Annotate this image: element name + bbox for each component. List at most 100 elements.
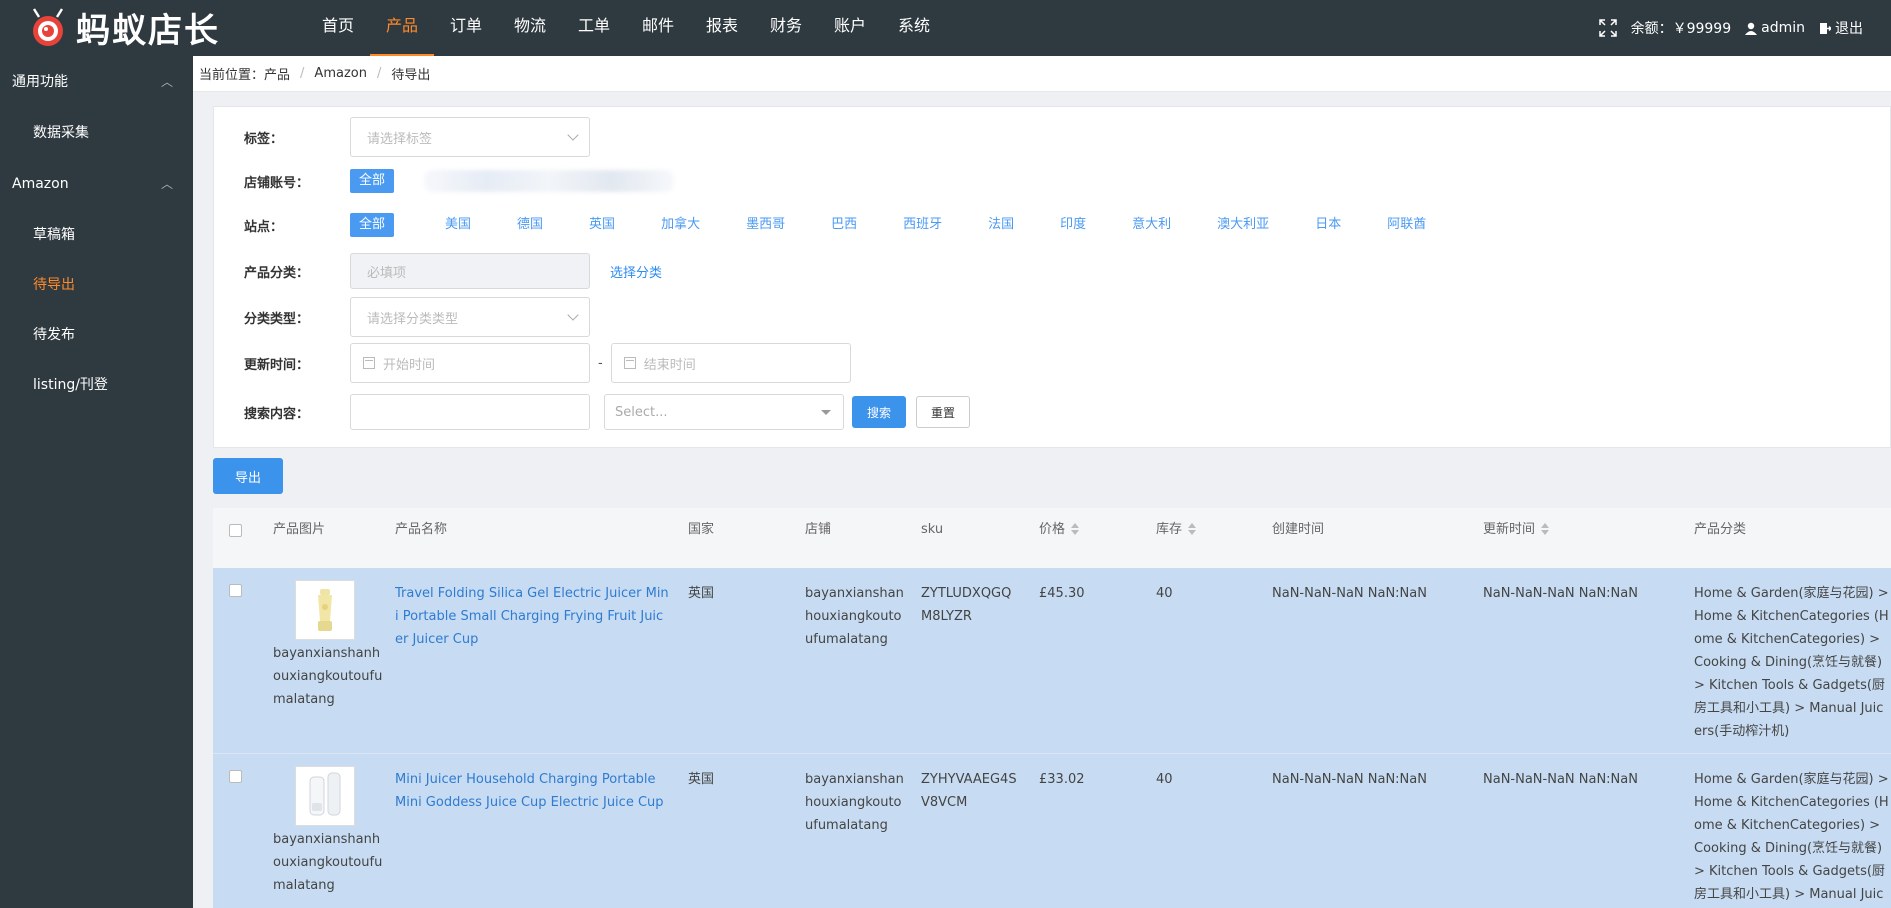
nav-system[interactable]: 系统 bbox=[882, 0, 946, 56]
breadcrumb-item-amazon[interactable]: Amazon bbox=[314, 66, 367, 81]
search-input[interactable] bbox=[350, 394, 590, 430]
nav-home[interactable]: 首页 bbox=[306, 0, 370, 56]
sidebar-item-pending-export[interactable]: 待导出 bbox=[0, 260, 193, 310]
logo[interactable]: 蚂蚁店长 bbox=[26, 4, 220, 51]
sku-cell: ZYTLUDXQGQM8LYZR bbox=[921, 586, 1012, 624]
product-thumbnail[interactable] bbox=[295, 580, 355, 640]
table-header: 产品图片 产品名称 国家 店铺 sku 价格 库存 创建时间 更新时间 产品分类 bbox=[213, 508, 1891, 568]
site-label: 站点： bbox=[244, 219, 284, 235]
product-thumbnail[interactable] bbox=[295, 766, 355, 826]
nav-account[interactable]: 账户 bbox=[818, 0, 882, 56]
site-tag-de[interactable]: 德国 bbox=[508, 213, 552, 237]
site-tag-in[interactable]: 印度 bbox=[1051, 213, 1095, 237]
caret-down-icon bbox=[821, 410, 831, 415]
row-checkbox[interactable] bbox=[229, 770, 242, 783]
search-label: 搜索内容： bbox=[244, 406, 310, 422]
calendar-icon bbox=[363, 357, 375, 369]
site-tag-jp[interactable]: 日本 bbox=[1306, 213, 1350, 237]
breadcrumb-item-products[interactable]: 产品 bbox=[264, 64, 290, 83]
product-name-link[interactable]: Travel Folding Silica Gel Electric Juice… bbox=[395, 582, 670, 651]
site-tag-it[interactable]: 意大利 bbox=[1123, 213, 1180, 237]
sort-icon[interactable] bbox=[1188, 522, 1197, 535]
juicer-image bbox=[318, 589, 332, 631]
category-field[interactable]: 必填项 bbox=[350, 253, 590, 289]
site-tag-ca[interactable]: 加拿大 bbox=[652, 213, 709, 237]
chevron-up-icon: ︿ bbox=[160, 75, 173, 89]
sidebar-item-listing[interactable]: listing/刊登 bbox=[0, 360, 193, 410]
checkbox[interactable] bbox=[229, 770, 242, 783]
shop-label: 店铺账号： bbox=[244, 175, 310, 191]
category-label: 产品分类： bbox=[244, 265, 310, 281]
search-button[interactable]: 搜索 bbox=[852, 396, 907, 428]
logout-icon bbox=[1820, 22, 1831, 34]
site-tag-mx[interactable]: 墨西哥 bbox=[737, 213, 794, 237]
col-created: 创建时间 bbox=[1272, 522, 1325, 537]
product-name-link[interactable]: Mini Juicer Household Charging Portable … bbox=[395, 768, 670, 814]
checkbox[interactable] bbox=[229, 584, 242, 597]
start-date-placeholder: 开始时间 bbox=[383, 357, 436, 373]
country-cell: 英国 bbox=[688, 586, 715, 601]
site-tag-br[interactable]: 巴西 bbox=[822, 213, 866, 237]
col-stock-label: 库存 bbox=[1156, 522, 1183, 537]
nav-finance[interactable]: 财务 bbox=[754, 0, 818, 56]
search-field-select[interactable]: Select... bbox=[604, 394, 844, 430]
price-cell: £33.02 bbox=[1039, 772, 1085, 787]
category-type-select[interactable]: 请选择分类类型 bbox=[350, 297, 590, 337]
reset-button[interactable]: 重置 bbox=[916, 396, 971, 428]
chevron-up-icon: ︿ bbox=[160, 177, 173, 191]
col-updated[interactable]: 更新时间 bbox=[1483, 508, 1550, 568]
top-bar: 蚂蚁店长 首页 产品 订单 物流 工单 邮件 报表 财务 账户 系统 余额：￥9… bbox=[0, 0, 1891, 56]
row-checkbox[interactable] bbox=[229, 584, 242, 597]
price-cell: £45.30 bbox=[1039, 586, 1085, 601]
export-button[interactable]: 导出 bbox=[213, 458, 283, 494]
sidebar-group-amazon[interactable]: Amazon ︿ bbox=[0, 158, 193, 210]
start-date-input[interactable]: 开始时间 bbox=[350, 343, 590, 383]
image-caption: bayanxianshanhouxiangkoutoufumalatang bbox=[273, 832, 383, 893]
sidebar-item-pending-publish[interactable]: 待发布 bbox=[0, 310, 193, 360]
site-tag-us[interactable]: 美国 bbox=[436, 213, 480, 237]
site-tag-es[interactable]: 西班牙 bbox=[894, 213, 951, 237]
sidebar-item-data-collection[interactable]: 数据采集 bbox=[0, 108, 193, 158]
choose-category-link[interactable]: 选择分类 bbox=[610, 262, 662, 281]
site-tag-ae[interactable]: 阿联酋 bbox=[1378, 213, 1435, 237]
end-date-input[interactable]: 结束时间 bbox=[610, 343, 851, 383]
sidebar-group-general[interactable]: 通用功能 ︿ bbox=[0, 56, 193, 108]
tag-select[interactable]: 请选择标签 bbox=[350, 117, 590, 157]
nav-logistics[interactable]: 物流 bbox=[498, 0, 562, 56]
site-tag-uk[interactable]: 英国 bbox=[580, 213, 624, 237]
nav-mail[interactable]: 邮件 bbox=[626, 0, 690, 56]
site-tag-fr[interactable]: 法国 bbox=[979, 213, 1023, 237]
shop-all-tag[interactable]: 全部 bbox=[350, 169, 395, 193]
sort-icon[interactable] bbox=[1071, 522, 1080, 535]
table-row[interactable]: bayanxianshanhouxiangkoutoufumalatang Mi… bbox=[213, 754, 1891, 908]
site-tag-all[interactable]: 全部 bbox=[350, 213, 395, 237]
nav-tickets[interactable]: 工单 bbox=[562, 0, 626, 56]
nav-products[interactable]: 产品 bbox=[370, 0, 434, 56]
breadcrumb-separator: / bbox=[300, 66, 305, 81]
image-caption: bayanxianshanhouxiangkoutoufumalatang bbox=[273, 646, 383, 707]
sort-icon[interactable] bbox=[1541, 522, 1550, 535]
nav-reports[interactable]: 报表 bbox=[690, 0, 754, 56]
nav-orders[interactable]: 订单 bbox=[434, 0, 498, 56]
sidebar-group-label: Amazon bbox=[12, 176, 69, 192]
col-price[interactable]: 价格 bbox=[1039, 508, 1080, 568]
sidebar-item-drafts[interactable]: 草稿箱 bbox=[0, 210, 193, 260]
tag-placeholder: 请选择标签 bbox=[367, 131, 433, 147]
end-date-placeholder: 结束时间 bbox=[643, 357, 696, 373]
stock-cell: 40 bbox=[1156, 772, 1173, 787]
checkbox[interactable] bbox=[229, 524, 242, 537]
product-image-cell: bayanxianshanhouxiangkoutoufumalatang bbox=[273, 766, 383, 897]
blurred-shop-list bbox=[424, 170, 675, 192]
sidebar: 通用功能 ︿ 数据采集 Amazon ︿ 草稿箱 待导出 待发布 listing… bbox=[0, 56, 193, 908]
shop-cell: bayanxianshanhouxiangkoutoufumalatang bbox=[805, 586, 904, 647]
user-menu[interactable]: admin bbox=[1745, 20, 1805, 36]
created-time-cell: NaN-NaN-NaN NaN:NaN bbox=[1272, 586, 1427, 601]
col-country: 国家 bbox=[688, 522, 715, 537]
site-tag-au[interactable]: 澳大利亚 bbox=[1208, 213, 1278, 237]
logo-text: 蚂蚁店长 bbox=[76, 10, 220, 51]
fullscreen-icon[interactable] bbox=[1598, 19, 1617, 37]
logout-button[interactable]: 退出 bbox=[1819, 18, 1863, 38]
table-row[interactable]: bayanxianshanhouxiangkoutoufumalatang Tr… bbox=[213, 568, 1891, 754]
chevron-down-icon bbox=[567, 309, 579, 321]
col-stock[interactable]: 库存 bbox=[1156, 508, 1197, 568]
